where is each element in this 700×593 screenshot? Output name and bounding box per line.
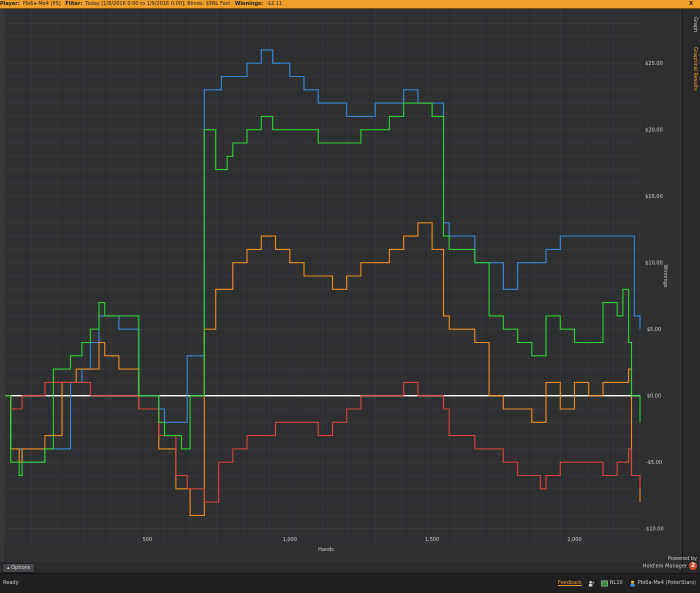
player-icon bbox=[630, 580, 635, 587]
status-text: Ready bbox=[3, 580, 19, 586]
winnings-line-chart: -$10.00 -$5.00 $0.00 $5.00 $10.00 $15.00 $20.0… bbox=[4, 9, 668, 570]
table-icon bbox=[600, 580, 608, 586]
feedback-link[interactable]: Feedback bbox=[558, 580, 582, 586]
right-sidebar: Graph Graphical Results bbox=[682, 9, 700, 573]
y-tick-label: $5.00 bbox=[647, 327, 661, 333]
player-label: Pbi6a-Me4 (PokerStars) bbox=[637, 580, 696, 586]
x-tick-label: 500 bbox=[143, 537, 153, 543]
x-axis-label: Hands bbox=[318, 547, 334, 553]
tab-graph[interactable]: Graph bbox=[686, 15, 698, 35]
status-bar: Ready Feedback NL10 Pbi6a-Me4 (PokerStar… bbox=[0, 573, 700, 593]
x-tick-label: 1,500 bbox=[425, 537, 439, 543]
brand-name: Hold'em Manager bbox=[642, 563, 687, 570]
x-tick-label: 2,000 bbox=[567, 537, 581, 543]
y-tick-labels: -$10.00 -$5.00 $0.00 $5.00 $10.00 $15.00 $20.0… bbox=[644, 61, 663, 533]
people-icon bbox=[588, 580, 595, 587]
y-tick-label: -$10.00 bbox=[644, 527, 663, 533]
hem2-logo-icon: 2 bbox=[689, 562, 697, 570]
hud-status[interactable] bbox=[588, 580, 595, 587]
y-tick-label: $15.00 bbox=[645, 194, 663, 200]
chart-toolbar: ▴ Options bbox=[0, 562, 682, 573]
stake-status[interactable]: NL10 bbox=[600, 580, 623, 587]
tab-graphical-results[interactable]: Graphical Results bbox=[686, 45, 698, 93]
stake-label: NL10 bbox=[609, 580, 623, 586]
y-tick-label: $25.00 bbox=[645, 61, 663, 67]
y-tick-label: $20.00 bbox=[645, 128, 663, 134]
options-label: Options bbox=[11, 565, 31, 571]
player-status[interactable]: Pbi6a-Me4 (PokerStars) bbox=[629, 580, 696, 587]
x-tick-label: 1,000 bbox=[283, 537, 297, 543]
y-tick-label: -$5.00 bbox=[646, 460, 662, 466]
chevron-up-icon: ▴ bbox=[7, 565, 10, 571]
options-button[interactable]: ▴ Options bbox=[2, 563, 36, 573]
y-tick-label: $0.00 bbox=[647, 394, 661, 400]
y-tick-label: $10.00 bbox=[645, 261, 663, 267]
y-axis-label: Winnings bbox=[662, 265, 668, 288]
